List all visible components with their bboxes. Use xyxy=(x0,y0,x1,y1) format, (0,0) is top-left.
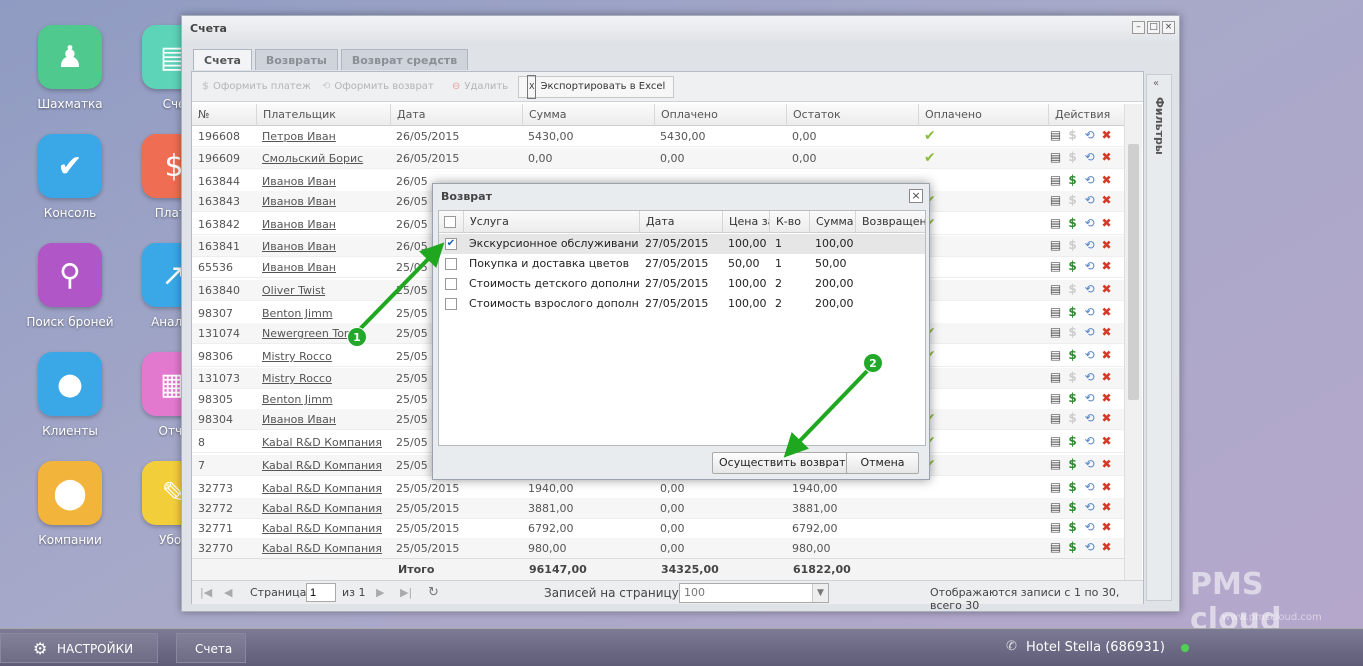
pmscloud-url: www.pmscloud.com xyxy=(1222,612,1322,623)
settings-button[interactable]: ⚙ НАСТРОЙКИ xyxy=(0,633,158,663)
annotation-2-badge: 2 xyxy=(863,353,883,373)
arrow-1 xyxy=(355,242,445,334)
status-indicator xyxy=(1181,644,1189,652)
annotation-arrows xyxy=(355,242,872,458)
annotation-1-badge: 1 xyxy=(347,327,367,347)
taskbar-item-invoices[interactable]: Счета xyxy=(176,633,246,663)
arrow-2 xyxy=(783,366,872,458)
hotel-name: Hotel Stella (686931) xyxy=(1026,640,1166,655)
gear-icon: ⚙ xyxy=(33,639,48,658)
taskbar: ⚙ НАСТРОЙКИ Счета ✆ Hotel Stella (686931) xyxy=(0,628,1363,666)
phone-icon: ✆ xyxy=(1006,639,1017,654)
pmscloud-logo: PMS cloud xyxy=(1190,567,1282,637)
